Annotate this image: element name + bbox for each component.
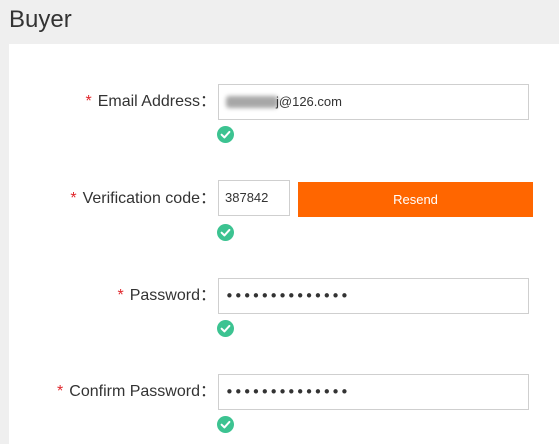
- password-value: ••••••••••••••: [225, 287, 349, 305]
- required-mark: *: [70, 190, 77, 207]
- email-label: * Email Address：: [85, 92, 216, 112]
- verification-label: * Verification code：: [70, 189, 216, 209]
- required-mark: *: [85, 93, 92, 110]
- confirm-password-label-text: Confirm Password：: [69, 383, 216, 400]
- password-label: * Password：: [118, 286, 217, 306]
- verification-code-value: 387842: [225, 190, 269, 205]
- required-mark: *: [57, 383, 64, 400]
- registration-form: * Email Address： j@126.com * Verification …: [9, 44, 559, 444]
- page-title: Buyer: [9, 6, 72, 33]
- resend-button[interactable]: Resend: [298, 182, 533, 217]
- email-value: j@126.com: [276, 94, 342, 109]
- email-field[interactable]: j@126.com: [218, 84, 529, 120]
- check-circle-icon: [217, 224, 234, 241]
- check-circle-icon: [217, 416, 234, 433]
- check-circle-icon: [217, 126, 234, 143]
- obscured-email-prefix: [226, 96, 278, 108]
- confirm-password-label: * Confirm Password：: [57, 382, 216, 402]
- required-mark: *: [117, 287, 124, 304]
- check-circle-icon: [217, 320, 234, 337]
- verification-code-field[interactable]: 387842: [218, 180, 290, 216]
- confirm-password-value: ••••••••••••••: [225, 383, 349, 401]
- password-field[interactable]: ••••••••••••••: [218, 278, 529, 314]
- email-label-text: Email Address：: [97, 93, 216, 110]
- verification-label-text: Verification code：: [82, 190, 216, 207]
- confirm-password-field[interactable]: ••••••••••••••: [218, 374, 529, 410]
- password-label-text: Password：: [129, 287, 216, 304]
